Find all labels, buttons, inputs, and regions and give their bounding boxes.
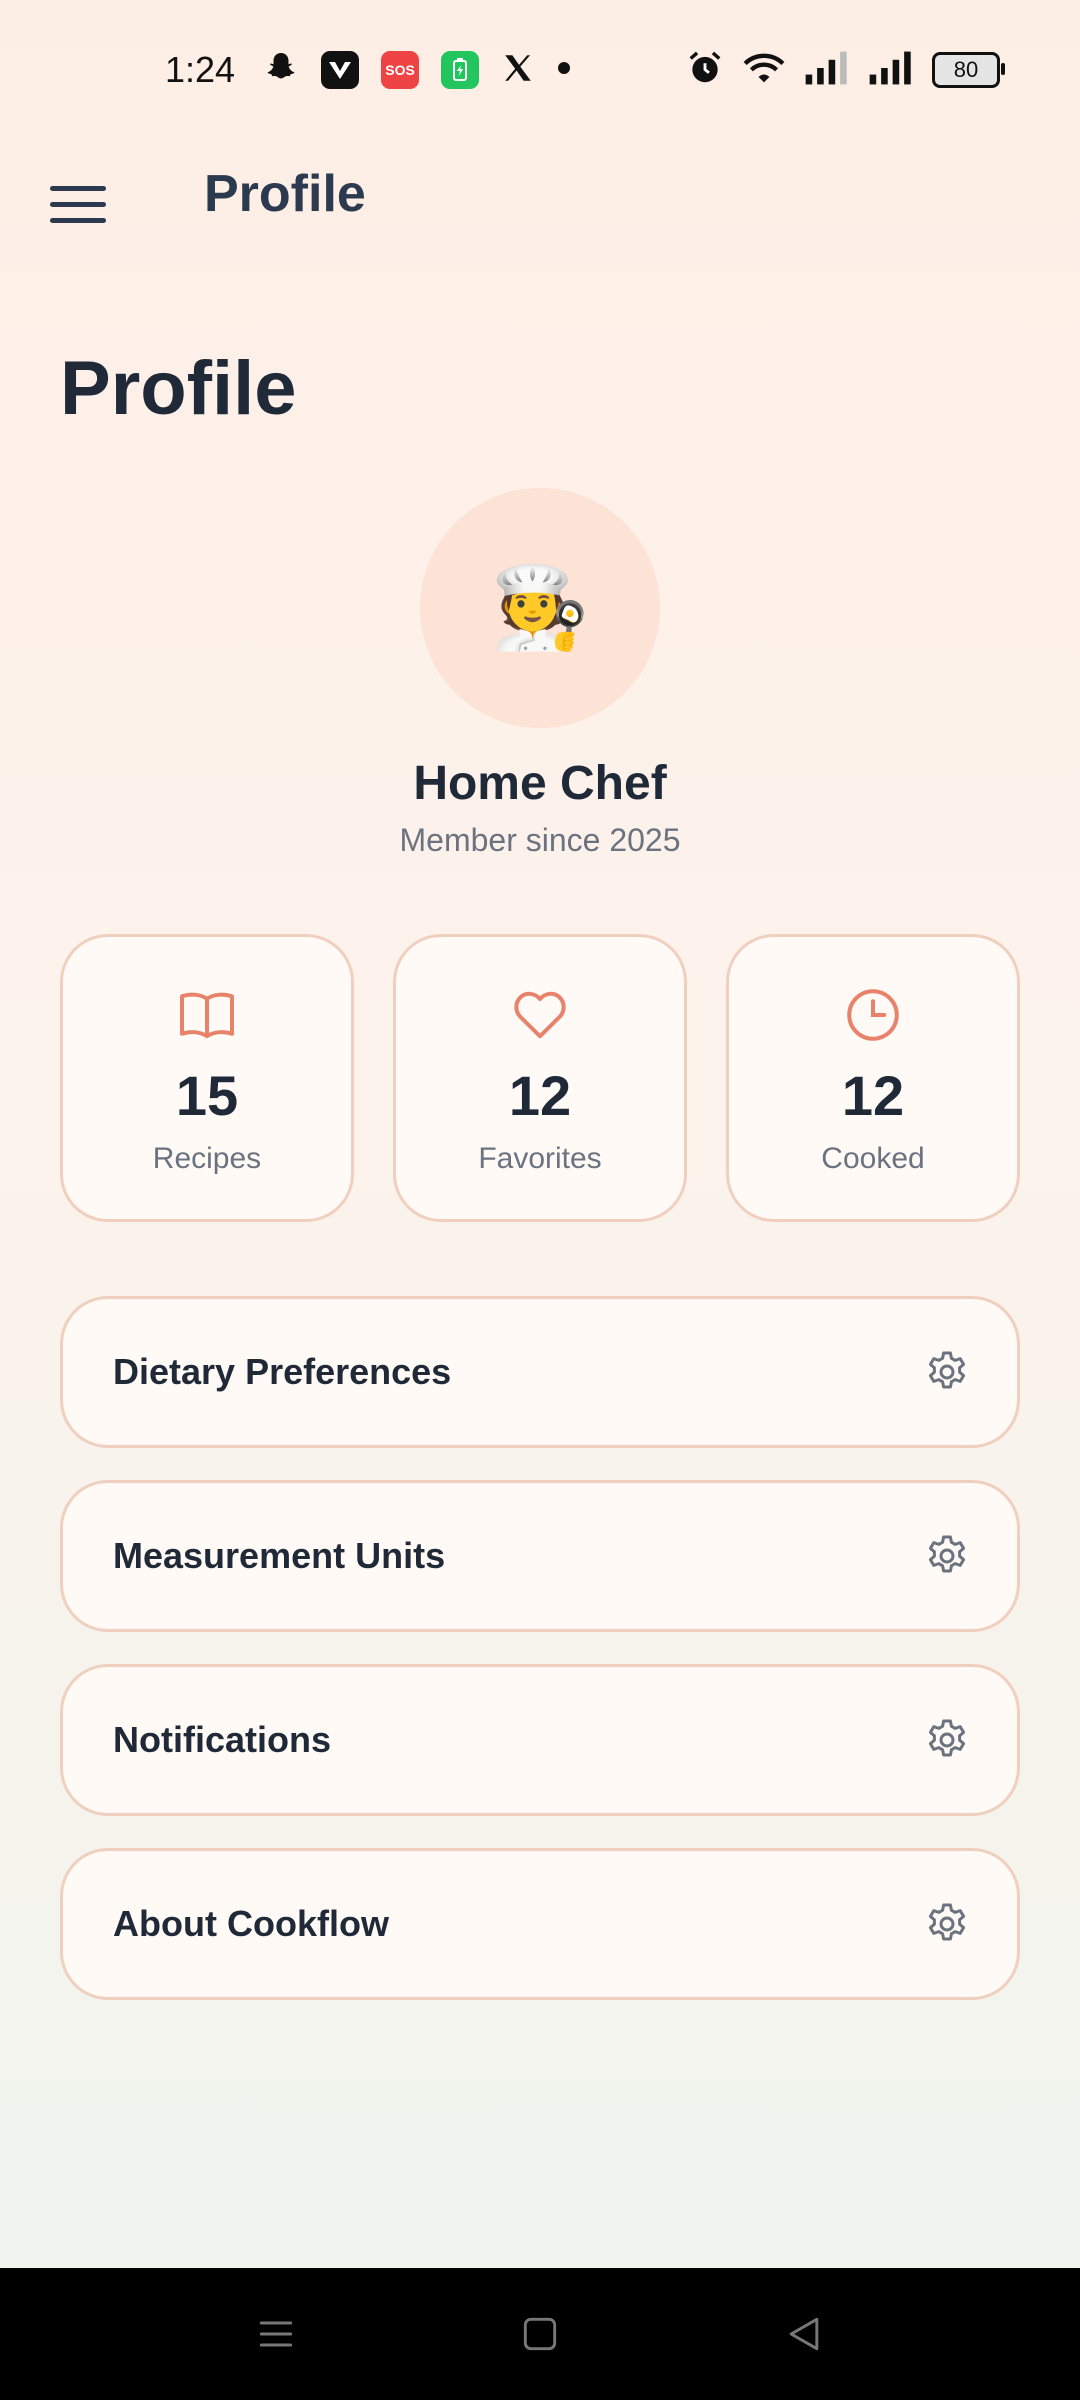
stat-card-favorites[interactable]: 12 Favorites <box>393 934 687 1222</box>
setting-notifications[interactable]: Notifications <box>60 1664 1020 1816</box>
app-bar: Profile <box>0 140 1080 290</box>
snapchat-icon <box>263 50 299 91</box>
signal-icon-1 <box>804 51 850 90</box>
stat-card-cooked[interactable]: 12 Cooked <box>726 934 1020 1222</box>
clock-icon <box>847 989 899 1041</box>
battery-saver-icon <box>441 51 480 89</box>
hamburger-menu-button[interactable] <box>50 176 106 232</box>
gear-icon <box>928 1719 966 1757</box>
book-icon <box>180 992 234 1039</box>
system-nav-bar <box>0 2268 1080 2400</box>
setting-measurement-units[interactable]: Measurement Units <box>60 1480 1020 1632</box>
dot-icon <box>557 61 571 80</box>
member-since: Member since 2025 <box>399 822 681 858</box>
setting-label: About Cookflow <box>113 1903 389 1944</box>
status-left: 1:24 SOS <box>165 49 571 91</box>
gear-icon <box>928 1535 966 1573</box>
stat-value: 12 <box>508 1064 572 1127</box>
stat-label: Cooked <box>821 1142 925 1175</box>
stats-row: 15 Recipes 12 Favorites 12 Cooked <box>60 934 1020 1222</box>
stat-card-recipes[interactable]: 15 Recipes <box>60 934 354 1222</box>
stat-label: Favorites <box>478 1142 602 1175</box>
battery-indicator: 80 <box>932 52 1005 88</box>
home-square-icon[interactable] <box>518 2312 562 2356</box>
settings-list: Dietary Preferences Measurement Units No… <box>60 1296 1020 2000</box>
x-icon <box>501 51 535 90</box>
stat-value: 12 <box>841 1064 905 1127</box>
stat-label: Recipes <box>152 1142 262 1175</box>
setting-label: Notifications <box>113 1719 332 1760</box>
signal-icon-2 <box>868 51 914 90</box>
setting-label: Dietary Preferences <box>113 1351 452 1392</box>
setting-label: Measurement Units <box>113 1535 446 1576</box>
v-app-icon <box>321 51 360 89</box>
wifi-icon <box>742 50 786 91</box>
gear-icon <box>928 1351 966 1389</box>
gear-icon <box>928 1903 966 1941</box>
status-time: 1:24 <box>165 49 236 90</box>
status-right: 80 <box>686 49 1005 92</box>
page-title: Profile <box>60 346 297 431</box>
sos-icon: SOS <box>381 51 420 89</box>
alarm-icon <box>686 49 724 92</box>
user-name: Home Chef <box>413 757 667 810</box>
setting-about-cookflow[interactable]: About Cookflow <box>60 1848 1020 2000</box>
stat-value: 15 <box>175 1064 239 1127</box>
heart-icon <box>514 991 566 1039</box>
setting-dietary-preferences[interactable]: Dietary Preferences <box>60 1296 1020 1448</box>
back-triangle-icon[interactable] <box>782 2312 826 2356</box>
app-bar-title: Profile <box>204 165 366 223</box>
avatar[interactable]: 🧑‍🍳 <box>420 488 660 728</box>
chef-avatar-icon: 🧑‍🍳 <box>490 563 590 652</box>
recents-menu-icon[interactable] <box>254 2312 298 2356</box>
status-bar: 1:24 SOS 80 <box>0 0 1080 140</box>
